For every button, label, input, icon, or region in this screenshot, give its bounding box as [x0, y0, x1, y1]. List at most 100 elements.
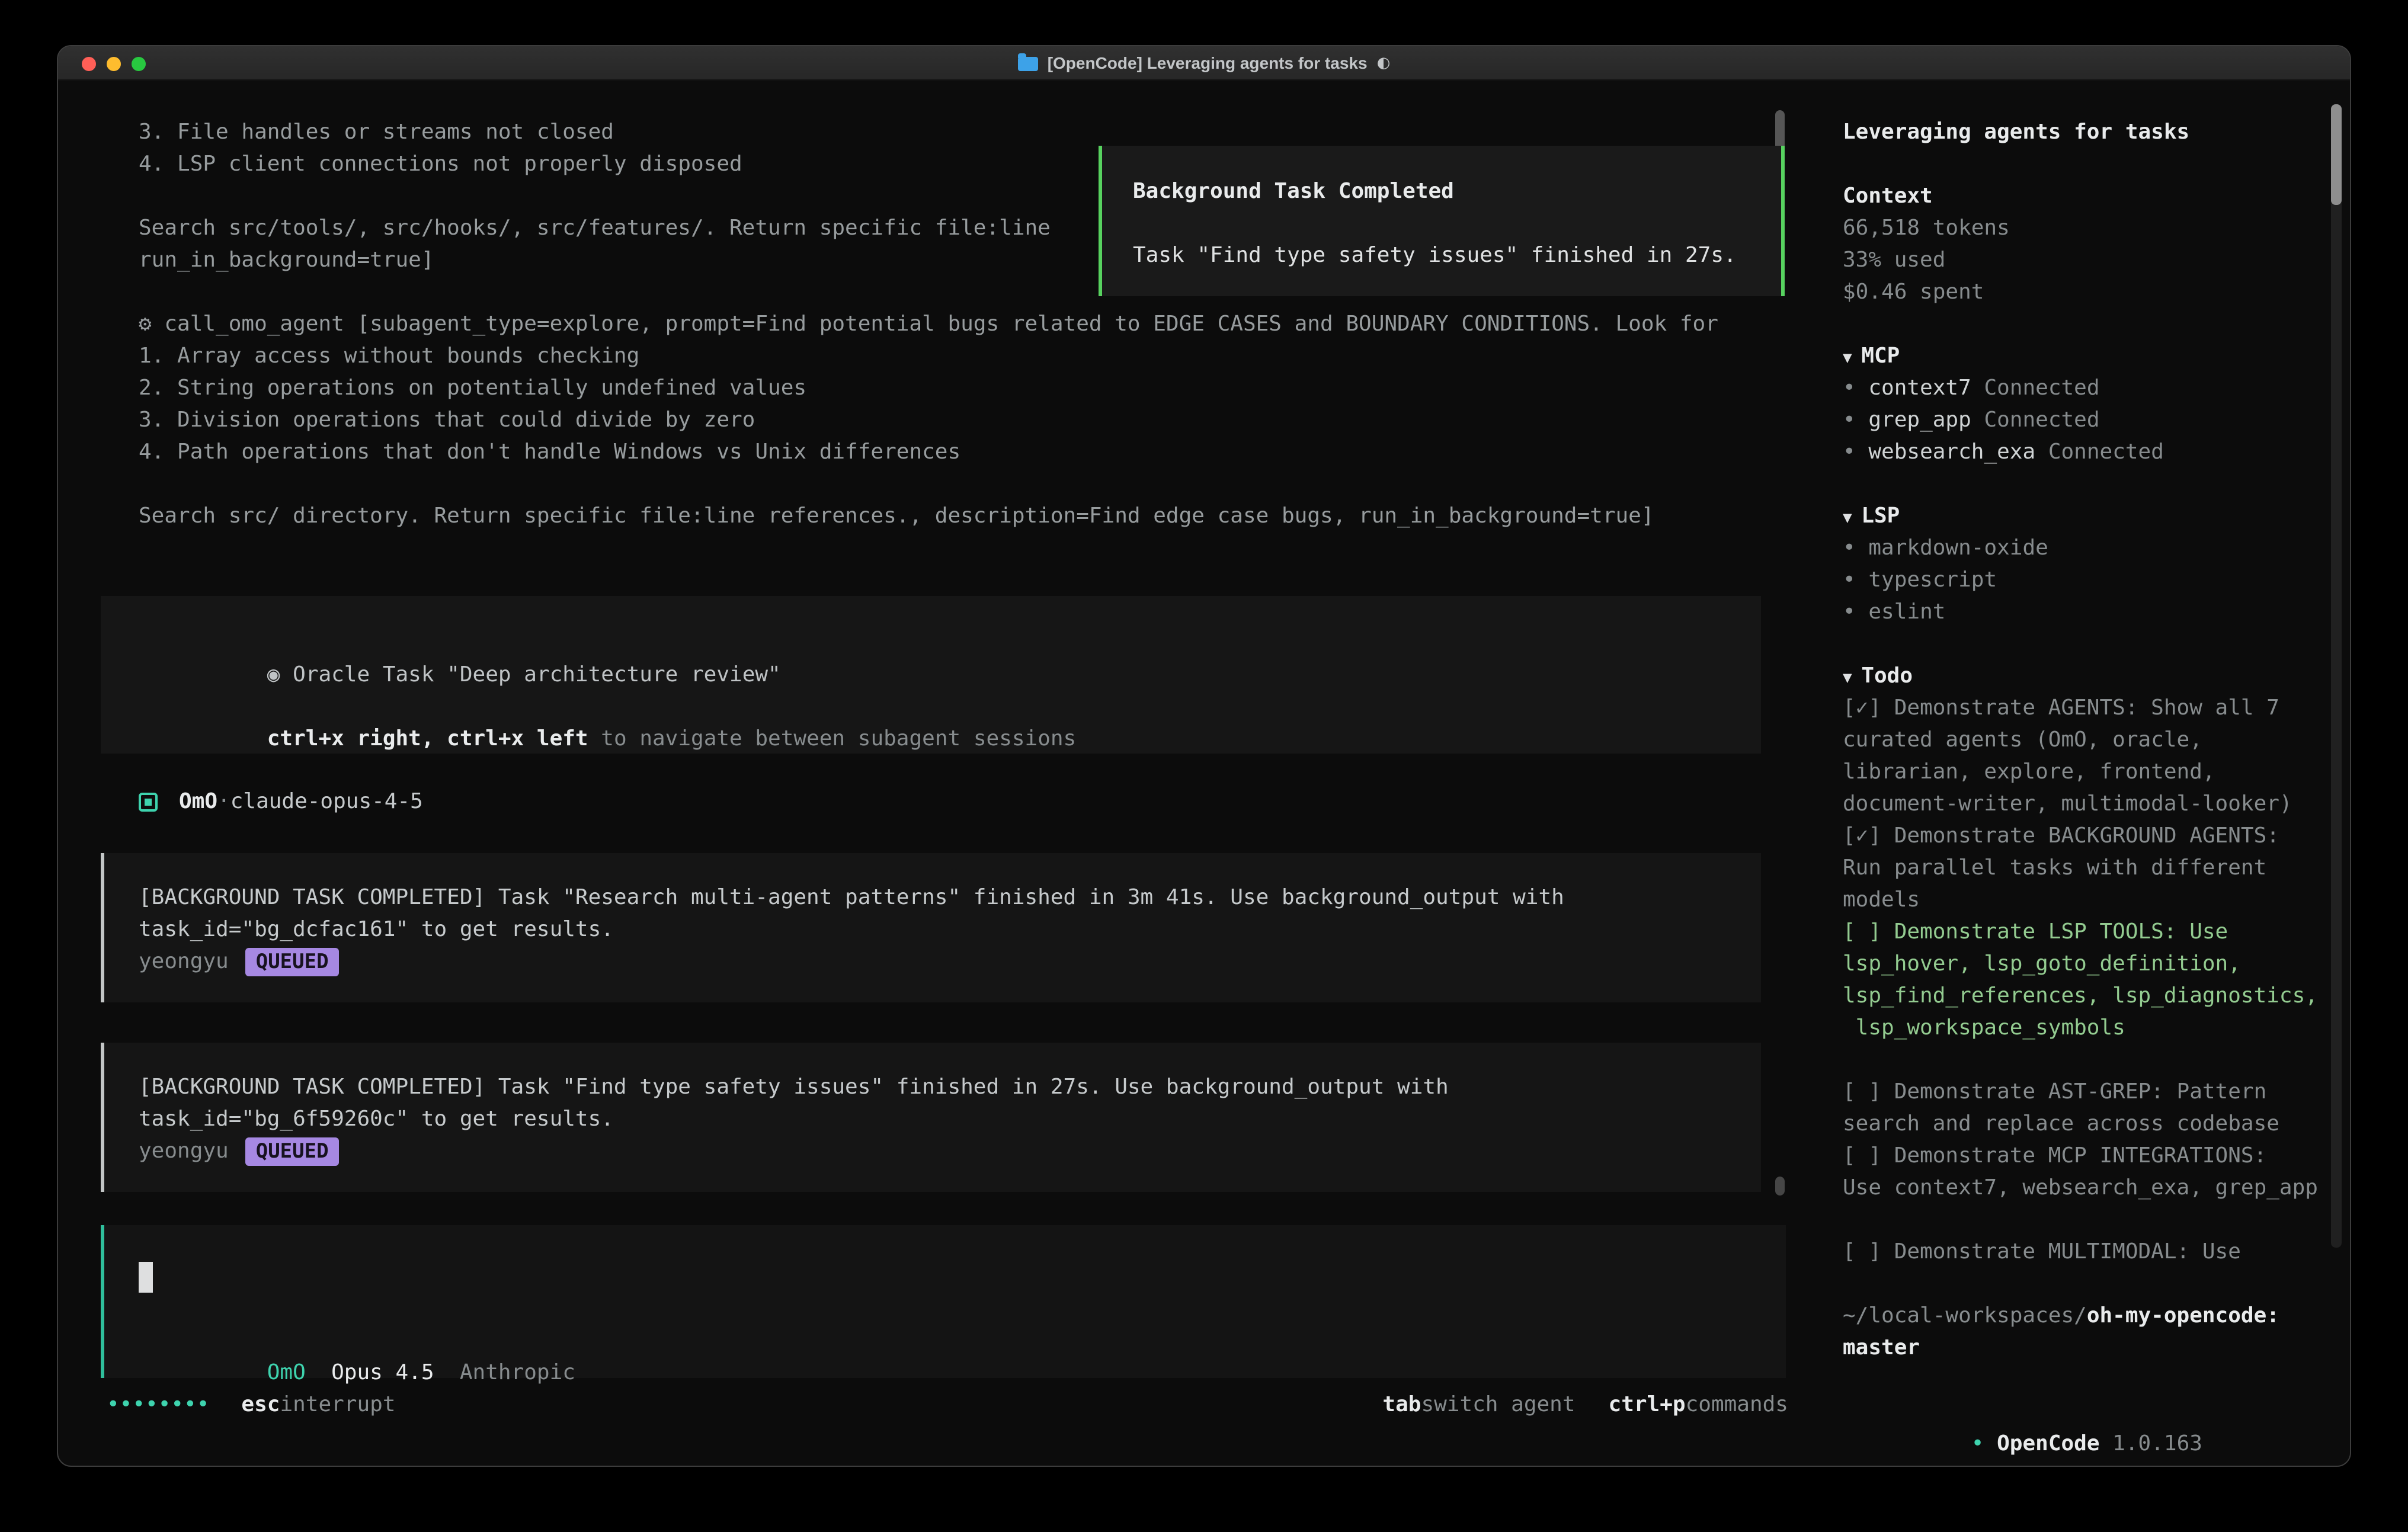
- mcp-section: ▼ MCP • context7 Connected • grep_app Co…: [1843, 340, 2323, 468]
- todo-item: [ ] Demonstrate AST-GREP: Pattern search…: [1843, 1076, 2323, 1140]
- app-name: OpenCode: [1997, 1431, 2099, 1456]
- esc-key-hint: esc: [241, 1389, 280, 1421]
- esc-key-label: interrupt: [280, 1389, 395, 1421]
- zoom-button[interactable]: [132, 56, 146, 70]
- app-version: • OpenCode 1.0.163: [1843, 1396, 2323, 1428]
- mcp-status: Connected: [2035, 440, 2164, 464]
- mcp-heading: ▼ MCP: [1843, 340, 2323, 372]
- notification-toast: Background Task Completed Task "Find typ…: [1099, 146, 1785, 296]
- lsp-heading: ▼ LSP: [1843, 500, 2323, 532]
- minimize-button[interactable]: [107, 56, 121, 70]
- message-text-line: [BACKGROUND TASK COMPLETED] Task "Resear…: [139, 882, 1761, 914]
- commands-key-label: commands: [1686, 1389, 1788, 1421]
- lsp-item: • typescript: [1843, 564, 2323, 596]
- tab-key-label: switch agent: [1421, 1389, 1575, 1421]
- terminal-pane: 3. File handles or streams not closed 4.…: [58, 81, 1819, 1467]
- titlebar: [OpenCode] Leveraging agents for tasks ◐: [58, 46, 2350, 81]
- message-author: yeongyu: [139, 946, 229, 977]
- mcp-item: • grep_app Connected: [1843, 404, 2323, 436]
- input-agent-label: OmO: [267, 1360, 306, 1385]
- prompt-input[interactable]: OmO Opus 4.5 Anthropic: [101, 1225, 1786, 1378]
- spinner-dots: ••••••••: [107, 1389, 209, 1421]
- bullet-icon: •: [1843, 408, 1868, 432]
- bullet-icon: •: [1843, 568, 1868, 592]
- mcp-status: Connected: [1971, 408, 2100, 432]
- workspace-path: ~/local-workspaces/oh-my-opencode:: [1843, 1300, 2323, 1332]
- sidebar-scrollbar-track[interactable]: [2331, 104, 2342, 1248]
- record-icon: ◉: [267, 662, 280, 687]
- queued-message: [BACKGROUND TASK COMPLETED] Task "Find t…: [101, 1043, 1761, 1192]
- terminal-line: 4. Path operations that don't handle Win…: [139, 436, 1718, 468]
- queued-badge: QUEUED: [245, 947, 340, 976]
- agent-model: claude-opus-4-5: [230, 786, 423, 818]
- session-title: Leveraging agents for tasks: [1843, 116, 2323, 148]
- subagent-shortcut-desc: to navigate between subagent sessions: [588, 726, 1077, 751]
- traffic-lights: [82, 46, 146, 81]
- queued-badge: QUEUED: [245, 1137, 340, 1165]
- context-heading: Context: [1843, 180, 2323, 212]
- lsp-item: • markdown-oxide: [1843, 532, 2323, 564]
- todo-heading: ▼ Todo: [1843, 660, 2323, 692]
- terminal-line: 1. Array access without bounds checking: [139, 340, 1718, 372]
- app-version-number: 1.0.163: [2100, 1431, 2202, 1456]
- chevron-down-icon: ▼: [1843, 350, 1861, 367]
- desktop: [OpenCode] Leveraging agents for tasks ◐…: [0, 0, 2408, 1532]
- status-bar: •••••••• esc interrupt tab switch agent …: [107, 1389, 1788, 1421]
- bullet-icon: •: [1843, 376, 1868, 400]
- queued-message: [BACKGROUND TASK COMPLETED] Task "Resear…: [101, 853, 1761, 1002]
- chevron-down-icon: ▼: [1843, 509, 1861, 527]
- input-model-label: Opus 4.5: [306, 1360, 460, 1385]
- window-title-text: [OpenCode] Leveraging agents for tasks: [1048, 53, 1368, 72]
- mcp-item: • websearch_exa Connected: [1843, 436, 2323, 468]
- chevron-down-icon: ▼: [1843, 669, 1861, 687]
- close-button[interactable]: [82, 56, 96, 70]
- folder-icon: [1018, 57, 1038, 71]
- oracle-task-title: Oracle Task "Deep architecture review": [280, 662, 780, 687]
- todo-item: [✓] Demonstrate AGENTS: Show all 7 curat…: [1843, 692, 2323, 820]
- todo-item: [✓] Demonstrate BACKGROUND AGENTS: Run p…: [1843, 820, 2323, 916]
- terminal-line: Search src/ directory. Return specific f…: [139, 500, 1718, 532]
- context-spent: $0.46 spent: [1843, 276, 2323, 308]
- agent-separator: ·: [217, 786, 230, 818]
- terminal-line: [139, 468, 1718, 500]
- toast-body: Task "Find type safety issues" finished …: [1133, 239, 1781, 271]
- oracle-task-banner: ◉ Oracle Task "Deep architecture review"…: [101, 596, 1761, 754]
- terminal-line: 3. Division operations that could divide…: [139, 404, 1718, 436]
- agent-name: OmO: [179, 786, 217, 818]
- terminal-window: [OpenCode] Leveraging agents for tasks ◐…: [57, 45, 2351, 1467]
- workspace-branch: master: [1843, 1332, 2323, 1364]
- sidebar: Leveraging agents for tasks Context 66,5…: [1819, 81, 2351, 1467]
- lsp-section: ▼ LSP • markdown-oxide • typescript • es…: [1843, 500, 2323, 628]
- main-scrollbar-end[interactable]: [1775, 1177, 1785, 1196]
- context-tokens: 66,518 tokens: [1843, 212, 2323, 244]
- commands-key-hint: ctrl+p: [1609, 1389, 1686, 1421]
- mcp-status: Connected: [1971, 376, 2100, 400]
- terminal-line: 3. File handles or streams not closed: [139, 116, 1718, 148]
- mcp-item: • context7 Connected: [1843, 372, 2323, 404]
- todo-item: [ ] Demonstrate MULTIMODAL: Use: [1843, 1236, 2323, 1268]
- message-text-line: [BACKGROUND TASK COMPLETED] Task "Find t…: [139, 1071, 1761, 1103]
- message-text-line: task_id="bg_dcfac161" to get results.: [139, 914, 1761, 946]
- text-cursor: [139, 1262, 153, 1293]
- terminal-line: 2. String operations on potentially unde…: [139, 372, 1718, 404]
- todo-item: [ ] Demonstrate MCP INTEGRATIONS: Use co…: [1843, 1140, 2323, 1204]
- bullet-icon: •: [1843, 600, 1868, 624]
- context-section: Context 66,518 tokens 33% used $0.46 spe…: [1843, 180, 2323, 308]
- toast-title: Background Task Completed: [1133, 175, 1781, 207]
- message-text-line: task_id="bg_6f59260c" to get results.: [139, 1103, 1761, 1135]
- agent-header: OmO · claude-opus-4-5: [139, 786, 423, 818]
- subagent-shortcut-keys: ctrl+x right, ctrl+x left: [267, 726, 588, 751]
- message-author: yeongyu: [139, 1135, 229, 1167]
- bullet-icon: •: [1843, 440, 1868, 464]
- todo-item-active: [ ] Demonstrate LSP TOOLS: Use lsp_hover…: [1843, 916, 2323, 1044]
- tab-key-hint: tab: [1382, 1389, 1421, 1421]
- terminal-line: ⚙ call_omo_agent [subagent_type=explore,…: [139, 308, 1718, 340]
- input-provider-label: Anthropic: [460, 1360, 575, 1385]
- bullet-icon: •: [1843, 536, 1868, 560]
- sidebar-scrollbar-thumb[interactable]: [2331, 104, 2342, 205]
- bullet-icon: •: [1971, 1431, 1997, 1456]
- workspace-section: ~/local-workspaces/oh-my-opencode: maste…: [1843, 1300, 2323, 1364]
- todo-section: ▼ Todo [✓] Demonstrate AGENTS: Show all …: [1843, 660, 2323, 1268]
- half-circle-icon: ◐: [1377, 54, 1391, 72]
- lsp-item: • eslint: [1843, 596, 2323, 628]
